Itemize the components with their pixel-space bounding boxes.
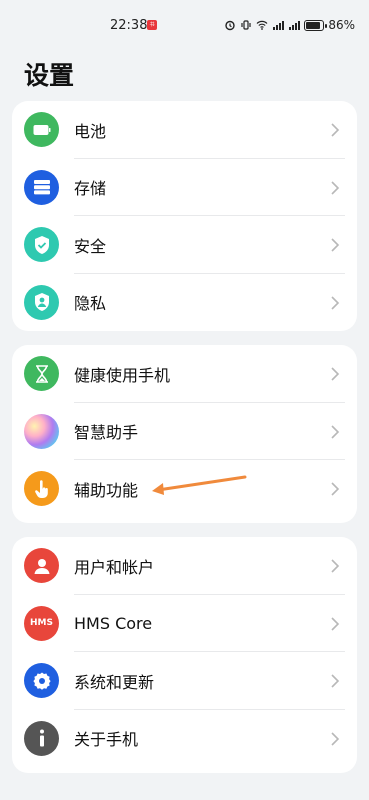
chevron-right-icon [331, 731, 340, 746]
hand-icon [24, 471, 59, 506]
annotation-arrow [152, 475, 247, 495]
status-icons: 86% [224, 18, 355, 32]
wifi-icon [256, 20, 268, 30]
status-bar: 22:38 书 86% [0, 0, 369, 52]
notification-app-icon: 书 [147, 20, 157, 30]
battery-icon [24, 112, 59, 147]
chevron-right-icon [331, 559, 340, 573]
chevron-right-icon [331, 123, 340, 137]
settings-item-privacy[interactable]: 隐私 [12, 274, 357, 332]
settings-item-storage[interactable]: 存储 [12, 159, 357, 216]
signal-icon-2 [289, 21, 301, 30]
settings-item-battery[interactable]: 电池 [12, 101, 357, 159]
settings-item-security[interactable]: 安全 [12, 216, 357, 274]
chevron-right-icon [331, 616, 340, 631]
settings-item-label: 智慧助手 [74, 423, 139, 443]
battery-status-icon [304, 19, 328, 31]
settings-item-label: 系统和更新 [74, 672, 155, 692]
chevron-right-icon [331, 180, 340, 195]
chevron-right-icon [331, 674, 340, 688]
settings-item-label: 辅助功能 [74, 480, 139, 500]
gear-icon [24, 663, 59, 698]
settings-item-about-phone[interactable]: 关于手机 [12, 710, 357, 768]
hms-icon: HMS [24, 605, 59, 641]
settings-group-1: 电池 存储 安全 隐私 [12, 101, 357, 331]
alarm-icon [225, 20, 236, 31]
settings-item-label: 健康使用手机 [74, 365, 171, 385]
settings-item-smart-assistant[interactable]: 智慧助手 [12, 403, 357, 460]
vibrate-icon [241, 20, 251, 30]
settings-item-label: 电池 [74, 121, 107, 141]
signal-icon [273, 21, 285, 30]
storage-icon [24, 169, 59, 205]
settings-item-system-update[interactable]: 系统和更新 [12, 652, 357, 710]
chevron-right-icon [331, 482, 340, 496]
assistant-icon [24, 413, 59, 449]
hourglass-icon [24, 356, 59, 391]
settings-item-label: 安全 [74, 236, 107, 256]
info-icon [24, 720, 59, 756]
settings-item-hms-core[interactable]: HMS HMS Core [12, 595, 357, 652]
chevron-right-icon [331, 238, 340, 252]
settings-item-label: 存储 [74, 179, 107, 199]
shield-icon [24, 227, 59, 262]
user-icon [24, 548, 59, 583]
settings-item-label: 关于手机 [74, 730, 139, 750]
status-time: 22:38 [110, 18, 148, 33]
chevron-right-icon [331, 367, 340, 381]
settings-item-label: 隐私 [74, 294, 107, 314]
settings-item-users-accounts[interactable]: 用户和帐户 [12, 537, 357, 595]
chevron-right-icon [331, 295, 340, 310]
settings-item-digital-balance[interactable]: 健康使用手机 [12, 345, 357, 403]
settings-item-label: HMS Core [74, 613, 153, 633]
settings-group-3: 用户和帐户 HMS HMS Core 系统和更新 关于手机 [12, 537, 357, 773]
settings-item-label: 用户和帐户 [74, 557, 155, 577]
battery-percent: 86% [328, 18, 355, 32]
page-title: 设置 [24, 61, 75, 90]
chevron-right-icon [331, 424, 340, 439]
privacy-icon [24, 284, 59, 320]
